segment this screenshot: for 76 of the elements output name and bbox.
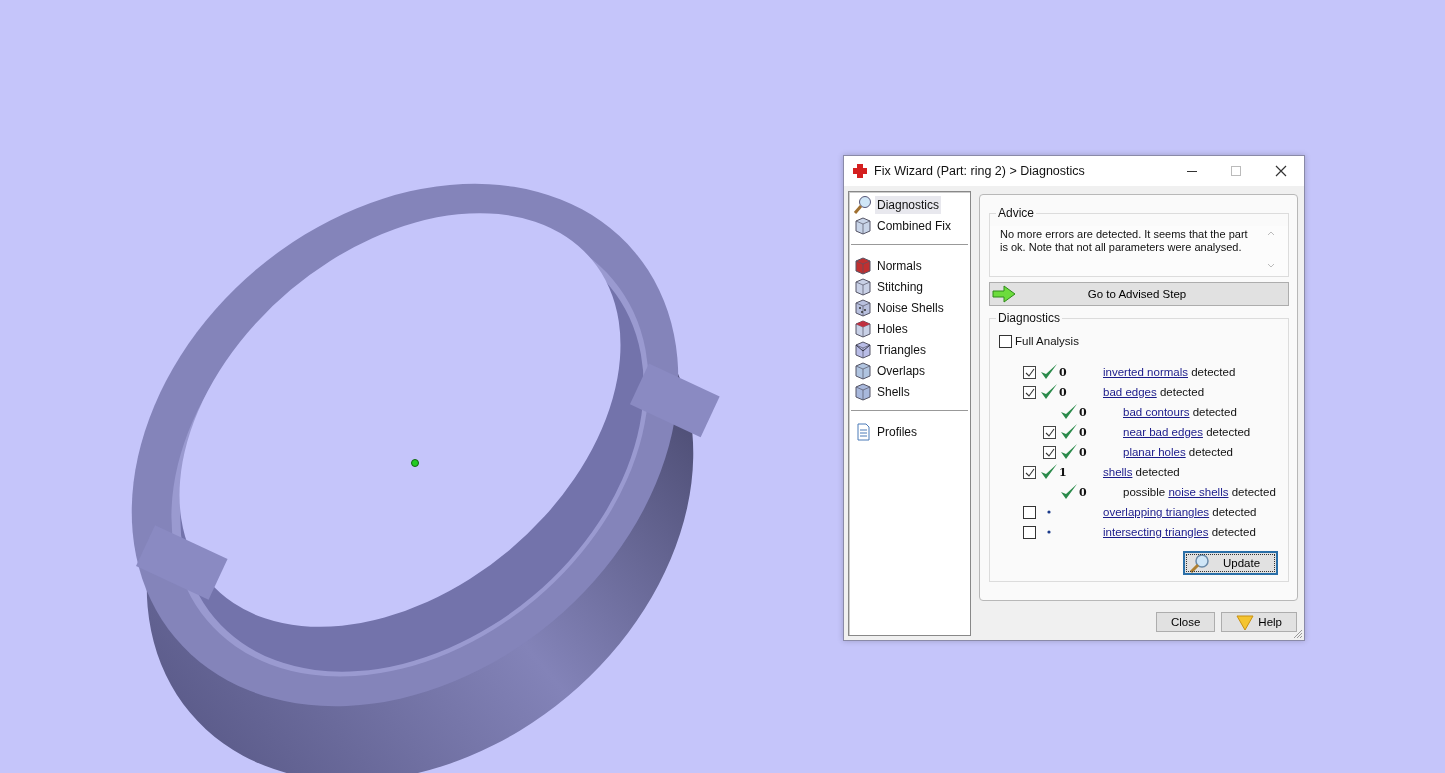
cube-icon <box>853 381 873 402</box>
diagnostic-text: possible noise shells detected <box>1123 486 1276 498</box>
sidebar-item[interactable]: Stitching <box>851 276 968 297</box>
count-value: 0 <box>1079 405 1087 419</box>
checkbox[interactable] <box>1022 465 1036 479</box>
checkmark-icon <box>1040 463 1058 481</box>
count-value: 0 <box>1079 425 1087 439</box>
result-link[interactable]: overlapping triangles <box>1103 506 1210 518</box>
count-value: 0 <box>1079 485 1087 499</box>
close-button[interactable]: Close <box>1155 612 1216 632</box>
count-value: 0 <box>1059 365 1067 379</box>
checkbox-label: Full Analysis <box>1015 335 1079 347</box>
checkbox[interactable] <box>1042 445 1056 459</box>
result-link[interactable]: bad edges <box>1103 386 1157 398</box>
checkbox[interactable] <box>1042 425 1056 439</box>
cube-icon <box>853 318 873 339</box>
diagnostic-text: bad contours detected <box>1123 406 1237 418</box>
checkmark-icon <box>1060 403 1078 421</box>
dot-icon <box>1047 510 1051 514</box>
diagnostic-text: intersecting triangles detected <box>1103 526 1256 538</box>
sidebar-item[interactable]: Combined Fix <box>851 215 968 236</box>
diagnostic-text: near bad edges detected <box>1123 426 1251 438</box>
close-icon[interactable] <box>1275 165 1287 177</box>
diagnostic-text: shells detected <box>1103 466 1180 478</box>
group-legend: Advice <box>996 206 1037 220</box>
count-value: 0 <box>1079 445 1087 459</box>
diagnostic-text: overlapping triangles detected <box>1103 506 1257 518</box>
checkmark-icon <box>1060 443 1078 461</box>
triangle-icon <box>1236 613 1255 631</box>
dice-icon <box>853 297 873 318</box>
dot-icon <box>1047 530 1051 534</box>
diagnostic-text: bad edges detected <box>1103 386 1205 398</box>
sidebar-item[interactable]: Triangles <box>851 339 968 360</box>
checkbox[interactable] <box>1022 385 1036 399</box>
result-link[interactable]: inverted normals <box>1103 366 1188 378</box>
sidebar-item[interactable]: Normals <box>851 255 968 276</box>
result-link[interactable]: shells <box>1103 466 1133 478</box>
cube-icon <box>853 339 873 360</box>
checkmark-icon <box>1060 423 1078 441</box>
sidebar-item[interactable]: Noise Shells <box>851 297 968 318</box>
checkbox[interactable] <box>999 334 1012 348</box>
count-value: 1 <box>1059 465 1067 479</box>
go-to-advised-step-button[interactable]: Go to Advised Step <box>989 282 1289 306</box>
sidebar-item[interactable]: Shells <box>851 381 968 402</box>
checkbox[interactable] <box>1022 525 1036 539</box>
cube-icon <box>853 215 873 236</box>
result-link[interactable]: bad contours <box>1123 406 1190 418</box>
arrow-icon <box>992 285 1016 303</box>
update-button[interactable]: Update <box>1183 551 1278 575</box>
cube-icon <box>853 255 873 276</box>
checkbox[interactable] <box>1022 505 1036 519</box>
cube-icon <box>853 360 873 381</box>
result-link[interactable]: intersecting triangles <box>1103 526 1209 538</box>
magnifier-icon <box>853 194 873 215</box>
sidebar-item[interactable]: Holes <box>851 318 968 339</box>
result-link[interactable]: near bad edges <box>1123 426 1203 438</box>
diagnostic-text: inverted normals detected <box>1103 366 1236 378</box>
checkmark-icon <box>1040 363 1058 381</box>
sidebar-item[interactable]: Profiles <box>851 421 968 442</box>
sidebar-item[interactable]: Overlaps <box>851 360 968 381</box>
help-button[interactable]: Help <box>1221 612 1297 632</box>
result-link[interactable]: noise shells <box>1168 486 1229 498</box>
checkbox[interactable] <box>1022 365 1036 379</box>
window-title: Fix Wizard (Part: ring 2) > Diagnostics <box>874 164 1085 178</box>
result-link[interactable]: planar holes <box>1123 446 1186 458</box>
pivot-marker <box>411 459 419 467</box>
checkmark-icon <box>1040 383 1058 401</box>
checkmark-icon <box>1060 483 1078 501</box>
cross-icon <box>852 163 868 179</box>
resize-grip-icon[interactable] <box>1293 629 1303 639</box>
search-icon <box>1189 553 1211 573</box>
cube-icon <box>853 276 873 297</box>
group-legend: Diagnostics <box>996 311 1063 325</box>
advice-text: No more errors are detected. It seems that the part is ok. Note that not all parameters were analysed. <box>1000 228 1249 255</box>
count-value: 0 <box>1059 385 1067 399</box>
diagnostic-text: planar holes detected <box>1123 446 1233 458</box>
